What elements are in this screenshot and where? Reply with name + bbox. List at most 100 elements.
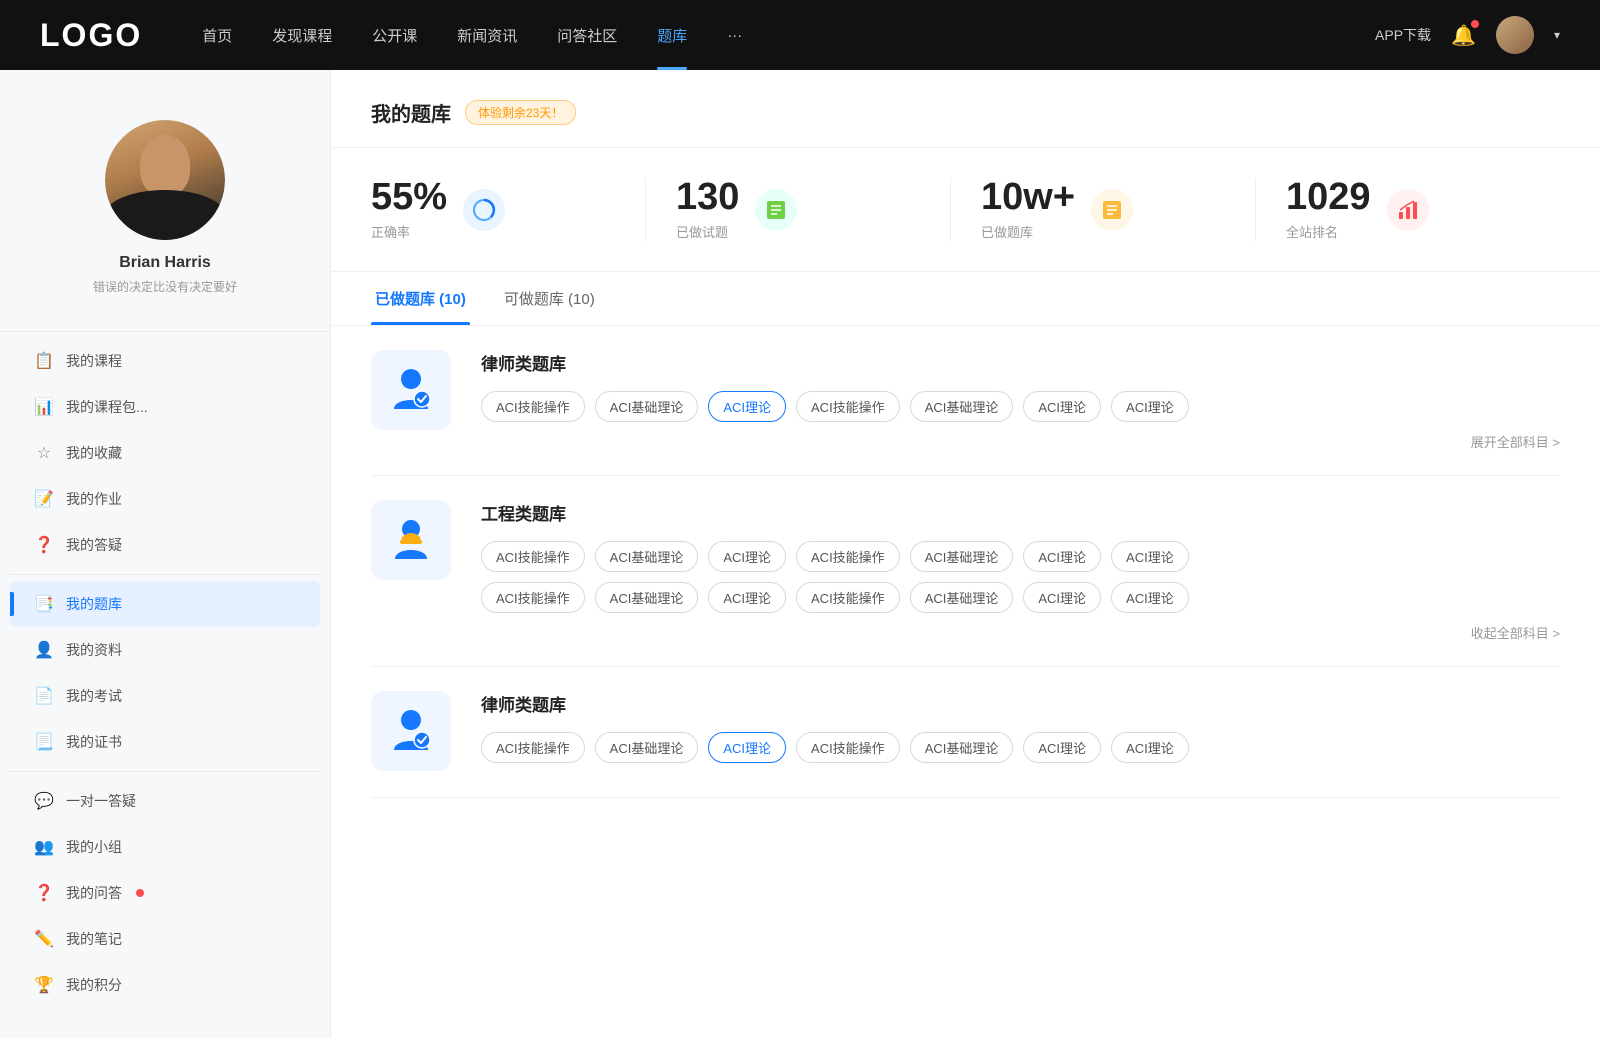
menu-label-my-cert: 我的证书 xyxy=(66,732,122,752)
tag-l2-3[interactable]: ACI技能操作 xyxy=(796,732,900,763)
qa-icon: ❓ xyxy=(34,535,54,555)
nav-news[interactable]: 新闻资讯 xyxy=(457,25,517,46)
cert-icon: 📃 xyxy=(34,732,54,752)
tags-row-lawyer2: ACI技能操作 ACI基础理论 ACI理论 ACI技能操作 ACI基础理论 AC… xyxy=(481,732,1560,763)
tag-l2-2[interactable]: ACI理论 xyxy=(708,732,786,763)
collection-icon: ☆ xyxy=(34,443,54,463)
sidebar-item-my-notes[interactable]: ✏️ 我的笔记 xyxy=(10,916,320,962)
qbank-body-lawyer2: 律师类题库 ACI技能操作 ACI基础理论 ACI理论 ACI技能操作 ACI基… xyxy=(481,691,1560,773)
course-icon: 📋 xyxy=(34,351,54,371)
profile-name: Brian Harris xyxy=(119,254,211,272)
sidebar-item-my-cert[interactable]: 📃 我的证书 xyxy=(10,719,320,765)
tag-l1-2[interactable]: ACI理论 xyxy=(708,391,786,422)
questions-red-dot xyxy=(136,889,144,897)
stat-questions-done-value: 130 xyxy=(676,178,739,216)
nav-qa[interactable]: 问答社区 xyxy=(557,25,617,46)
tag-l1-1[interactable]: ACI基础理论 xyxy=(595,391,699,422)
sidebar-item-my-questions[interactable]: ❓ 我的问答 xyxy=(10,870,320,916)
qbank-icon: 📑 xyxy=(34,594,54,614)
notification-dot xyxy=(1471,20,1479,28)
tag-l1-3[interactable]: ACI技能操作 xyxy=(796,391,900,422)
tag-e1-r1-6[interactable]: ACI理论 xyxy=(1111,541,1189,572)
notes-icon: ✏️ xyxy=(34,929,54,949)
sidebar-item-my-homework[interactable]: 📝 我的作业 xyxy=(10,476,320,522)
stat-rank: 1029 全站排名 xyxy=(1256,178,1560,241)
tag-e1-r2-6[interactable]: ACI理论 xyxy=(1111,582,1189,613)
stat-accuracy-value: 55% xyxy=(371,178,447,216)
sidebar-item-my-qbank[interactable]: 📑 我的题库 xyxy=(10,581,320,627)
tag-l1-6[interactable]: ACI理论 xyxy=(1111,391,1189,422)
tag-l2-5[interactable]: ACI理论 xyxy=(1023,732,1101,763)
tag-e1-r2-1[interactable]: ACI基础理论 xyxy=(595,582,699,613)
app-download-button[interactable]: APP下载 xyxy=(1375,25,1431,45)
user-dropdown-arrow[interactable]: ▾ xyxy=(1554,28,1560,42)
tabs-row: 已做题库 (10) 可做题库 (10) xyxy=(331,272,1600,326)
tag-e1-r1-2[interactable]: ACI理论 xyxy=(708,541,786,572)
page-header: 我的题库 体验剩余23天！ xyxy=(331,70,1600,148)
stat-accuracy-icon xyxy=(463,189,505,231)
sidebar-item-my-exam[interactable]: 📄 我的考试 xyxy=(10,673,320,719)
stat-rank-label: 全站排名 xyxy=(1286,222,1371,241)
sidebar-item-my-info[interactable]: 👤 我的资料 xyxy=(10,627,320,673)
stat-questions-done-label: 已做试题 xyxy=(676,222,739,241)
qbank-name-lawyer2: 律师类题库 xyxy=(481,691,1560,716)
tab-todo[interactable]: 可做题库 (10) xyxy=(500,272,599,325)
nav-qbank[interactable]: 题库 xyxy=(657,25,687,46)
sidebar-item-one-on-one[interactable]: 💬 一对一答疑 xyxy=(10,778,320,824)
menu-label-my-questions: 我的问答 xyxy=(66,883,122,903)
sidebar-item-my-bundle[interactable]: 📊 我的课程包... xyxy=(10,384,320,430)
tag-e1-r2-2[interactable]: ACI理论 xyxy=(708,582,786,613)
divider2 xyxy=(10,574,320,575)
sidebar-item-my-collection[interactable]: ☆ 我的收藏 xyxy=(10,430,320,476)
tag-e1-r2-0[interactable]: ACI技能操作 xyxy=(481,582,585,613)
logo: LOGO xyxy=(40,17,142,54)
stat-questions-done-content: 130 已做试题 xyxy=(676,178,739,241)
oneone-icon: 💬 xyxy=(34,791,54,811)
tags-row2-engineer1: ACI技能操作 ACI基础理论 ACI理论 ACI技能操作 ACI基础理论 AC… xyxy=(481,582,1560,613)
tag-l2-6[interactable]: ACI理论 xyxy=(1111,732,1189,763)
tag-e1-r2-4[interactable]: ACI基础理论 xyxy=(910,582,1014,613)
nav-home[interactable]: 首页 xyxy=(202,25,232,46)
tag-e1-r1-0[interactable]: ACI技能操作 xyxy=(481,541,585,572)
menu-label-my-points: 我的积分 xyxy=(66,975,122,995)
qbank-section-engineer1: 工程类题库 ACI技能操作 ACI基础理论 ACI理论 ACI技能操作 ACI基… xyxy=(371,476,1560,667)
navbar: LOGO 首页 发现课程 公开课 新闻资讯 问答社区 题库 ··· APP下载 … xyxy=(0,0,1600,70)
nav-open[interactable]: 公开课 xyxy=(372,25,417,46)
menu-label-my-notes: 我的笔记 xyxy=(66,929,122,949)
sidebar-item-my-qa[interactable]: ❓ 我的答疑 xyxy=(10,522,320,568)
tab-done[interactable]: 已做题库 (10) xyxy=(371,272,470,325)
tag-l1-5[interactable]: ACI理论 xyxy=(1023,391,1101,422)
sidebar-item-my-group[interactable]: 👥 我的小组 xyxy=(10,824,320,870)
stat-questions-done: 130 已做试题 xyxy=(646,178,951,241)
sidebar-item-my-points[interactable]: 🏆 我的积分 xyxy=(10,962,320,1008)
tag-e1-r1-5[interactable]: ACI理论 xyxy=(1023,541,1101,572)
tag-e1-r2-5[interactable]: ACI理论 xyxy=(1023,582,1101,613)
nav-more[interactable]: ··· xyxy=(727,27,742,44)
stat-banks-done-value: 10w+ xyxy=(981,178,1075,216)
nav-discover[interactable]: 发现课程 xyxy=(272,25,332,46)
tag-l1-4[interactable]: ACI基础理论 xyxy=(910,391,1014,422)
qbank-icon-lawyer1 xyxy=(371,350,451,430)
user-avatar[interactable] xyxy=(1496,16,1534,54)
tag-e1-r1-1[interactable]: ACI基础理论 xyxy=(595,541,699,572)
stat-banks-done-label: 已做题库 xyxy=(981,222,1075,241)
sidebar-item-my-course[interactable]: 📋 我的课程 xyxy=(10,338,320,384)
tag-e1-r1-3[interactable]: ACI技能操作 xyxy=(796,541,900,572)
tag-l2-1[interactable]: ACI基础理论 xyxy=(595,732,699,763)
notification-bell[interactable]: 🔔 xyxy=(1451,23,1476,48)
stat-banks-done: 10w+ 已做题库 xyxy=(951,178,1256,241)
tag-l2-4[interactable]: ACI基础理论 xyxy=(910,732,1014,763)
group-icon: 👥 xyxy=(34,837,54,857)
nav-right: APP下载 🔔 ▾ xyxy=(1375,16,1560,54)
main-layout: Brian Harris 错误的决定比没有决定要好 📋 我的课程 📊 我的课程包… xyxy=(0,70,1600,1038)
tag-e1-r2-3[interactable]: ACI技能操作 xyxy=(796,582,900,613)
qbank-name-engineer1: 工程类题库 xyxy=(481,500,1560,525)
avatar-image xyxy=(1496,16,1534,54)
stat-questions-done-icon xyxy=(755,189,797,231)
profile-bio: 错误的决定比没有决定要好 xyxy=(93,278,237,295)
tag-l1-0[interactable]: ACI技能操作 xyxy=(481,391,585,422)
expand-lawyer1[interactable]: 展开全部科目 > xyxy=(481,432,1560,451)
expand-engineer1[interactable]: 收起全部科目 > xyxy=(481,623,1560,642)
tag-e1-r1-4[interactable]: ACI基础理论 xyxy=(910,541,1014,572)
tag-l2-0[interactable]: ACI技能操作 xyxy=(481,732,585,763)
